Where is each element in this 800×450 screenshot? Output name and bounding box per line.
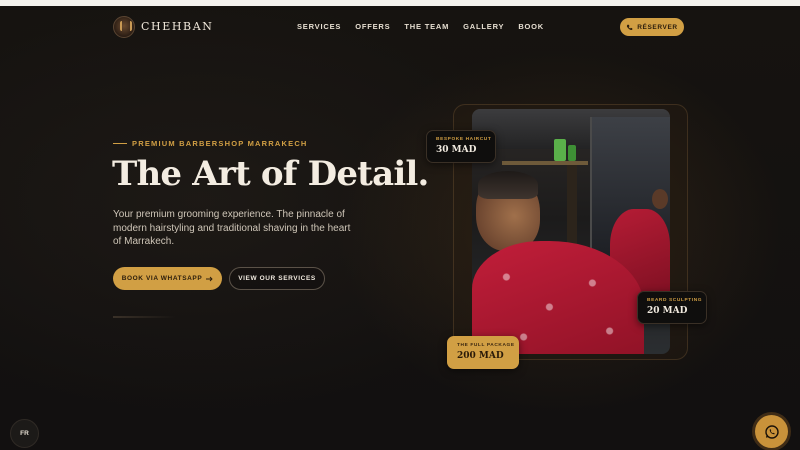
nav-link-gallery[interactable]: GALLERY (463, 22, 504, 31)
price-tag-label: BEARD SCULPTING (647, 298, 703, 303)
hero-title: The Art of Detail. (112, 154, 429, 194)
whatsapp-icon (764, 424, 779, 439)
view-services-label: VIEW OUR SERVICES (238, 275, 316, 282)
top-navigation: CHEHBAN SERVICES OFFERS THE TEAM GALLERY… (0, 14, 800, 42)
book-via-whatsapp-label: BOOK VIA WHATSAPP (121, 275, 203, 282)
eyebrow-divider (113, 143, 127, 144)
price-tag-label: THE FULL PACKAGE (457, 343, 515, 348)
whatsapp-floating-button[interactable] (755, 415, 788, 448)
hero-eyebrow: PREMIUM BARBERSHOP MARRAKECH (113, 139, 308, 148)
reserve-label: RÉSERVER (637, 23, 678, 31)
browser-top-edge (0, 0, 800, 6)
price-tag-value: 30 MAD (436, 145, 477, 155)
book-via-whatsapp-button[interactable]: BOOK VIA WHATSAPP (113, 267, 222, 290)
language-label: FR (20, 430, 29, 437)
brand-name[interactable]: CHEHBAN (141, 20, 213, 33)
price-tag-haircut: BESPOKE HAIRCUT 30 MAD (426, 130, 496, 163)
price-tag-value: 200 MAD (457, 351, 504, 361)
nav-menu: SERVICES OFFERS THE TEAM GALLERY BOOK (297, 22, 544, 31)
nav-link-services[interactable]: SERVICES (297, 22, 341, 31)
nav-link-offers[interactable]: OFFERS (355, 22, 390, 31)
nav-link-team[interactable]: THE TEAM (404, 22, 449, 31)
brand-logo-icon[interactable] (113, 16, 135, 38)
reserve-button[interactable]: RÉSERVER (620, 18, 684, 36)
eyebrow-text: PREMIUM BARBERSHOP MARRAKECH (132, 139, 308, 148)
nav-link-book[interactable]: BOOK (518, 22, 544, 31)
price-tag-label: BESPOKE HAIRCUT (436, 137, 492, 142)
language-switch-button[interactable]: FR (10, 419, 39, 448)
view-services-button[interactable]: VIEW OUR SERVICES (229, 267, 325, 290)
hero-subtitle: Your premium grooming experience. The pi… (113, 209, 351, 247)
phone-icon (627, 24, 633, 30)
price-tag-value: 20 MAD (647, 306, 688, 316)
price-tag-full-package: THE FULL PACKAGE 200 MAD (447, 336, 519, 369)
arrow-right-icon (206, 276, 213, 281)
scroll-indicator (113, 316, 175, 318)
price-tag-beard: BEARD SCULPTING 20 MAD (637, 291, 707, 324)
